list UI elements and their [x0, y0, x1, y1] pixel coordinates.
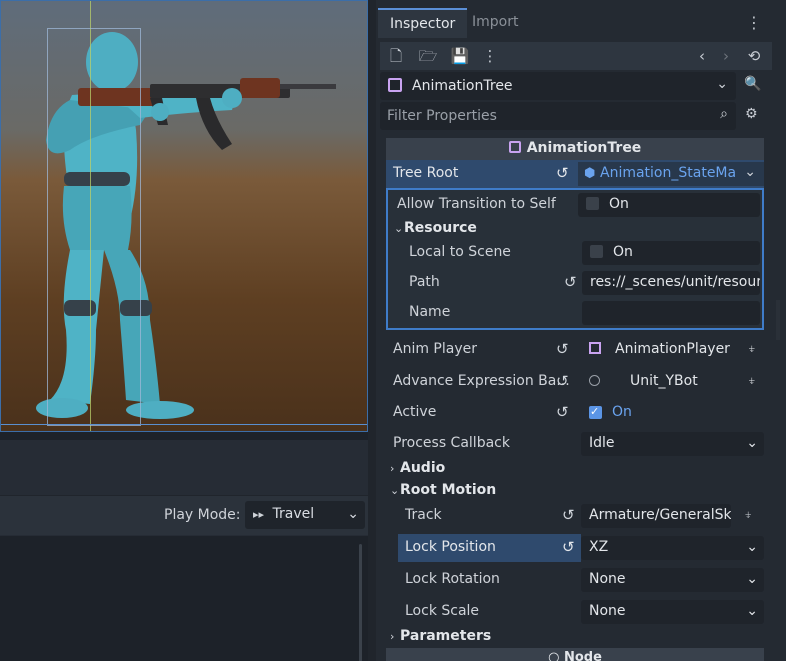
editor-top-area	[0, 440, 368, 495]
checkbox-allow-transition[interactable]: On	[578, 193, 760, 217]
path-field[interactable]: res://_scenes/unit/resour	[582, 271, 760, 295]
inspector-scrollbar[interactable]	[776, 300, 780, 340]
node-circle-icon	[589, 375, 600, 386]
anim-player-value[interactable]: AnimationPlayer ⍖	[581, 338, 764, 362]
tree-root-resource[interactable]: ⬢ Animation_StateMa ⌄	[578, 162, 764, 186]
chevron-down-icon[interactable]: ⌄	[744, 164, 756, 180]
floor-guide	[0, 424, 368, 425]
search-icon: ⌕	[720, 106, 728, 122]
prop-path: Path ↺ res://_scenes/unit/resour	[388, 268, 762, 298]
chevron-down-icon: ⌄	[716, 76, 728, 92]
chevron-down-icon: ⌄	[746, 603, 758, 619]
checkbox-icon[interactable]	[590, 245, 603, 258]
chevron-down-icon: ⌄	[390, 484, 400, 497]
checkbox-checked-icon[interactable]	[589, 406, 602, 419]
cube-icon: ⬢	[584, 166, 596, 181]
lock-position-select[interactable]: XZ ⌄	[581, 536, 764, 560]
revert-icon[interactable]: ↺	[556, 403, 569, 421]
group-audio[interactable]: › Audio	[390, 460, 445, 476]
chevron-right-icon: ›	[390, 462, 395, 475]
filter-properties[interactable]: ⌕	[380, 102, 736, 130]
prop-allow-transition-to-self: Allow Transition to Self On	[388, 190, 762, 220]
prop-local-to-scene: Local to Scene On	[388, 238, 762, 268]
filter-input[interactable]	[380, 102, 710, 130]
kebab-menu-icon[interactable]: ⋮	[746, 13, 762, 32]
name-field[interactable]	[582, 301, 760, 325]
assign-track-icon[interactable]: ⍖	[744, 507, 752, 523]
tab-import[interactable]: Import	[460, 8, 530, 38]
3d-viewport[interactable]	[0, 0, 368, 432]
lock-scale-select[interactable]: None ⌄	[581, 600, 764, 624]
revert-icon[interactable]: ↺	[564, 273, 577, 291]
save-icon[interactable]: 💾	[450, 46, 470, 66]
group-parameters[interactable]: › Parameters	[390, 628, 491, 644]
open-folder-icon[interactable]: 🗁	[418, 46, 438, 66]
checkbox-icon[interactable]	[586, 197, 599, 210]
track-path-field[interactable]: Armature/GeneralSk	[581, 504, 731, 528]
node-circle-icon: ○	[548, 650, 564, 661]
process-callback-select[interactable]: Idle ⌄	[581, 432, 764, 456]
history-forward-icon[interactable]: ›	[716, 46, 736, 66]
group-resource[interactable]: ⌄Resource	[394, 220, 477, 236]
revert-icon[interactable]: ↺	[562, 506, 575, 524]
more-options-icon[interactable]: ⋮	[480, 46, 500, 66]
chevron-down-icon: ⌄	[746, 435, 758, 451]
checkbox-active[interactable]: On	[581, 401, 764, 425]
group-root-motion[interactable]: ⌄Root Motion	[390, 482, 496, 498]
prop-label: Tree Root	[393, 165, 459, 181]
chevron-down-icon: ⌄	[746, 539, 758, 555]
revert-icon[interactable]: ↺	[556, 340, 569, 358]
state-machine-graph[interactable]	[0, 536, 368, 661]
revert-icon[interactable]: ↺	[556, 372, 569, 390]
inspector-panel: Inspector Import ⋮ 🗋 🗁 💾 ⋮ ‹ › ⟲ Animati…	[376, 0, 786, 661]
animation-tree-icon	[508, 141, 521, 153]
chevron-down-icon: ⌄	[347, 506, 359, 522]
chevron-right-icon: ›	[390, 630, 395, 643]
graph-scrollbar[interactable]	[359, 544, 362, 661]
advance-expression-value[interactable]: Unit_YBot ⍖	[581, 370, 764, 394]
animation-player-icon	[589, 342, 601, 354]
panel-splitter[interactable]	[368, 0, 376, 661]
animation-tree-editor: Play Mode: ▸▸ Travel ⌄	[0, 440, 368, 661]
play-mode-label: Play Mode:	[164, 507, 241, 523]
animation-tree-icon	[388, 78, 402, 92]
prop-name: Name	[388, 298, 762, 328]
object-selector[interactable]: AnimationTree ⌄	[380, 72, 736, 100]
prop-lock-scale: Lock Scale None ⌄	[386, 597, 764, 627]
inspector-tabbar: Inspector Import ⋮	[376, 8, 776, 38]
play-mode-select[interactable]: ▸▸ Travel ⌄	[245, 501, 365, 529]
editor-toolbar: Play Mode: ▸▸ Travel ⌄	[0, 495, 368, 535]
bounding-box	[47, 28, 141, 426]
revert-icon[interactable]: ↺	[562, 538, 575, 556]
lock-rotation-select[interactable]: None ⌄	[581, 568, 764, 592]
prop-active: Active ↺ On	[386, 398, 764, 428]
chevron-down-icon: ⌄	[394, 222, 404, 235]
chevron-down-icon: ⌄	[746, 571, 758, 587]
prop-anim-player: Anim Player ↺ AnimationPlayer ⍖	[386, 335, 764, 365]
revert-icon[interactable]: ↺	[556, 164, 569, 182]
recent-history-icon[interactable]: ⟲	[744, 46, 764, 66]
object-name: AnimationTree	[412, 78, 513, 94]
prop-lock-rotation: Lock Rotation None ⌄	[386, 565, 764, 595]
subresource-editor: Allow Transition to Self On ⌄Resource Lo…	[386, 188, 764, 330]
node-section-header: ○ Node	[386, 648, 764, 661]
checkbox-local-to-scene[interactable]: On	[582, 241, 760, 265]
prop-lock-position: Lock Position ↺ XZ ⌄	[386, 533, 764, 563]
travel-icon: ▸▸	[253, 508, 265, 521]
prop-process-callback: Process Callback Idle ⌄	[386, 429, 764, 459]
history-back-icon[interactable]: ‹	[692, 46, 712, 66]
inspector-toolbar: 🗋 🗁 💾 ⋮ ‹ › ⟲	[380, 42, 772, 70]
class-section-header: AnimationTree	[386, 138, 764, 160]
open-docs-icon[interactable]: 🔍	[744, 76, 761, 92]
new-resource-icon[interactable]: 🗋	[386, 46, 406, 66]
assign-node-icon[interactable]: ⍖	[748, 373, 756, 389]
prop-track: Track ↺ Armature/GeneralSk ⍖	[386, 501, 764, 531]
tab-inspector[interactable]: Inspector	[378, 8, 468, 38]
assign-node-icon[interactable]: ⍖	[748, 341, 756, 357]
tools-icon[interactable]: ⚙	[745, 106, 758, 122]
prop-tree-root[interactable]: Tree Root ↺ ⬢ Animation_StateMa ⌄	[386, 160, 764, 188]
play-mode-value: Travel	[272, 506, 315, 522]
prop-advance-expression: Advance Expression Ba... ↺ Unit_YBot ⍖	[386, 367, 764, 397]
